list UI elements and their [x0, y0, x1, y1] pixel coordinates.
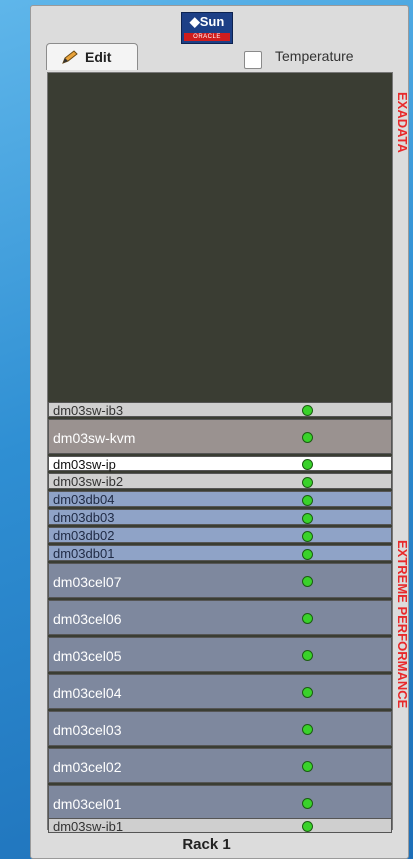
sun-logo-text: ◆Sun: [189, 14, 225, 29]
rack-slot-dm03db01[interactable]: dm03db01: [48, 545, 392, 561]
rack-slot-dm03cel06[interactable]: dm03cel06: [48, 600, 392, 635]
rack-slot-dm03db02[interactable]: dm03db02: [48, 527, 392, 543]
rack-slot-dm03cel02[interactable]: dm03cel02: [48, 748, 392, 783]
rack-slot-dm03db03[interactable]: dm03db03: [48, 509, 392, 525]
status-led-icon: [302, 724, 313, 735]
extreme-performance-label: EXTREME PERFORMANCE: [395, 540, 410, 709]
status-led-icon: [302, 548, 313, 560]
slot-name: dm03cel07: [53, 573, 122, 590]
sun-oracle-logo: ◆Sun ORACLE: [181, 12, 233, 44]
status-led-icon: [302, 576, 313, 587]
rack-slot-dm03sw-ib3[interactable]: dm03sw-ib3: [48, 402, 392, 418]
slot-name: dm03sw-ib2: [53, 474, 124, 489]
rack-slot-dm03sw-kvm[interactable]: dm03sw-kvm: [48, 419, 392, 454]
slot-name: dm03db03: [53, 510, 115, 525]
rack-slot-dm03cel04[interactable]: dm03cel04: [48, 674, 392, 709]
status-led-icon: [302, 432, 313, 443]
slot-name: dm03cel02: [53, 758, 122, 775]
slot-name: dm03sw-ib3: [53, 403, 124, 418]
temperature-checkbox[interactable]: [244, 51, 262, 69]
rack-slot-dm03sw-ib2[interactable]: dm03sw-ib2: [48, 473, 392, 489]
slot-name: dm03db04: [53, 492, 115, 507]
slot-name: dm03db01: [53, 546, 115, 561]
status-led-icon: [302, 798, 313, 809]
status-led-icon: [302, 459, 313, 470]
pencil-icon: [62, 50, 78, 64]
rack-slot-dm03db04[interactable]: dm03db04: [48, 491, 392, 507]
slot-name: dm03cel04: [53, 684, 122, 701]
slot-name: dm03cel03: [53, 721, 122, 738]
rack-title: Rack 1: [182, 836, 231, 853]
exadata-label: EXADATA: [395, 92, 410, 153]
temperature-label: Temperature: [275, 48, 354, 64]
slot-name: dm03sw-ip: [53, 457, 116, 472]
rack-slot-dm03cel05[interactable]: dm03cel05: [48, 637, 392, 672]
rack-slot-dm03cel07[interactable]: dm03cel07: [48, 563, 392, 598]
slot-name: dm03cel05: [53, 647, 122, 664]
status-led-icon: [302, 512, 313, 524]
edit-button[interactable]: Edit: [46, 43, 138, 70]
status-led-icon: [302, 494, 313, 506]
status-led-icon: [302, 405, 313, 416]
status-led-icon: [302, 650, 313, 661]
status-led-icon: [302, 761, 313, 772]
rack-slot-dm03sw-ib1[interactable]: dm03sw-ib1: [48, 818, 392, 834]
status-led-icon: [302, 613, 313, 624]
slot-name: dm03cel06: [53, 610, 122, 627]
oracle-logo-text: ORACLE: [184, 33, 230, 41]
slot-name: dm03cel01: [53, 795, 122, 812]
rack-slot-dm03cel01[interactable]: dm03cel01: [48, 785, 392, 820]
rack-slot-dm03cel03[interactable]: dm03cel03: [48, 711, 392, 746]
status-led-icon: [302, 687, 313, 698]
status-led-icon: [302, 530, 313, 542]
slot-name: dm03db02: [53, 528, 115, 543]
status-led-icon: [302, 476, 313, 488]
status-led-icon: [302, 821, 313, 832]
edit-label: Edit: [85, 49, 112, 65]
rack-slot-dm03sw-ip[interactable]: dm03sw-ip: [48, 456, 392, 472]
slot-name: dm03sw-ib1: [53, 819, 124, 834]
slot-name: dm03sw-kvm: [53, 429, 136, 446]
